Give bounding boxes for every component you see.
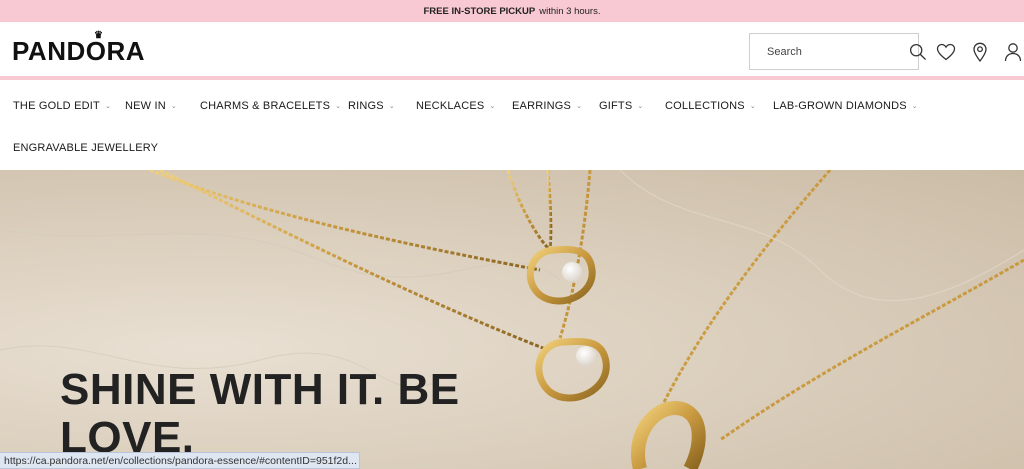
- site-header: PANDORA ♛: [0, 22, 1024, 80]
- chevron-down-icon: ⌄: [489, 103, 496, 110]
- hero-banner[interactable]: SHINE WITH IT. BE LOVE.: [0, 170, 1024, 469]
- search-box[interactable]: [749, 33, 926, 70]
- promo-text: within 3 hours.: [539, 5, 601, 17]
- nav-item-rings[interactable]: RINGS ⌄: [348, 100, 395, 112]
- chevron-down-icon: ⌄: [911, 103, 918, 110]
- main-navigation: THE GOLD EDIT ⌄ NEW IN ⌄ CHARMS & BRACEL…: [0, 84, 1024, 170]
- nav-label: THE GOLD EDIT: [13, 100, 100, 112]
- chevron-down-icon: ⌄: [749, 103, 756, 110]
- nav-item-necklaces[interactable]: NECKLACES ⌄: [416, 100, 496, 112]
- hero-headline: SHINE WITH IT. BE LOVE.: [60, 365, 460, 462]
- chevron-down-icon: ⌄: [335, 103, 342, 110]
- user-icon[interactable]: [1003, 42, 1023, 62]
- nav-label: ENGRAVABLE JEWELLERY: [13, 142, 159, 154]
- nav-item-gifts[interactable]: GIFTS ⌄: [599, 100, 643, 112]
- nav-item-engravable-jewellery[interactable]: ENGRAVABLE JEWELLERY: [13, 142, 158, 154]
- chevron-down-icon: ⌄: [170, 103, 177, 110]
- promo-bold-text: FREE IN-STORE PICKUP: [423, 5, 536, 17]
- nav-label: NEW IN: [125, 100, 166, 112]
- nav-item-collections[interactable]: COLLECTIONS ⌄: [665, 100, 756, 112]
- promo-banner: FREE IN-STORE PICKUP within 3 hours.: [0, 0, 1024, 22]
- nav-label: COLLECTIONS: [665, 100, 745, 112]
- nav-item-the-gold-edit[interactable]: THE GOLD EDIT ⌄: [13, 100, 111, 112]
- search-input[interactable]: [767, 45, 909, 58]
- chevron-down-icon: ⌄: [388, 103, 395, 110]
- heart-icon[interactable]: [936, 42, 956, 62]
- location-pin-icon[interactable]: [970, 42, 990, 62]
- nav-label: EARRINGS: [512, 100, 572, 112]
- nav-label: LAB-GROWN DIAMONDS: [773, 100, 907, 112]
- crown-icon: ♛: [94, 30, 104, 41]
- chevron-down-icon: ⌄: [576, 103, 583, 110]
- nav-item-charms-bracelets[interactable]: CHARMS & BRACELETS ⌄: [200, 100, 341, 112]
- pandora-logo[interactable]: PANDORA ♛: [12, 30, 146, 67]
- nav-item-earrings[interactable]: EARRINGS ⌄: [512, 100, 582, 112]
- logo-text: PANDORA: [12, 36, 146, 66]
- nav-item-new-in[interactable]: NEW IN ⌄: [125, 100, 177, 112]
- chevron-down-icon: ⌄: [104, 103, 112, 110]
- browser-status-url: https://ca.pandora.net/en/collections/pa…: [0, 452, 360, 469]
- nav-label: GIFTS: [599, 100, 633, 112]
- search-icon[interactable]: [909, 42, 927, 62]
- chevron-down-icon: ⌄: [637, 103, 644, 110]
- nav-label: CHARMS & BRACELETS: [200, 100, 331, 112]
- nav-item-lab-grown-diamonds[interactable]: LAB-GROWN DIAMONDS ⌄: [773, 100, 918, 112]
- nav-label: NECKLACES: [416, 100, 485, 112]
- nav-label: RINGS: [348, 100, 384, 112]
